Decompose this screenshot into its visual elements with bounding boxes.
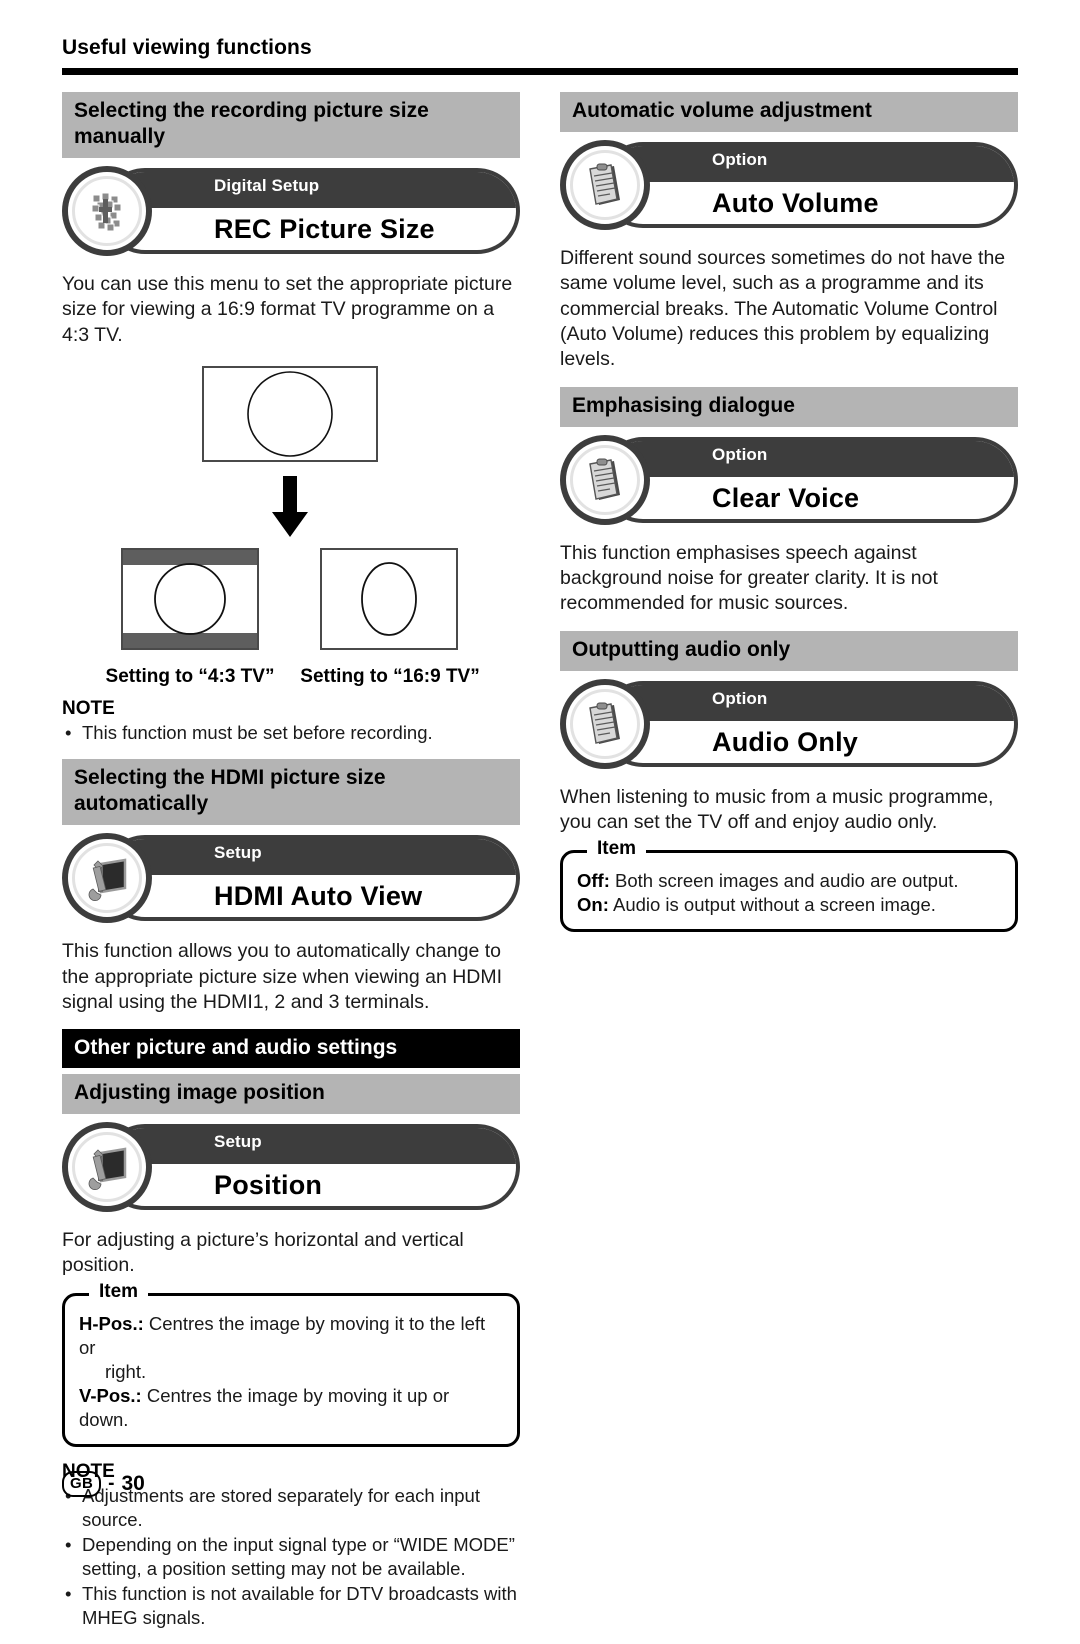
menu-pill-title: Auto Volume	[712, 188, 879, 219]
menu-pill-clear-voice[interactable]: Option Clear Voice	[560, 434, 1018, 527]
section-heading-recording-picture-size: Selecting the recording picture size man…	[62, 92, 520, 159]
section-body-hdmi-auto-view: This function allows you to automaticall…	[62, 940, 503, 1013]
clipboard-icon	[560, 678, 650, 769]
diagram-caption-16-9: Setting to “16:9 TV”	[300, 666, 480, 688]
picture-size-diagram	[62, 362, 520, 662]
menu-pill-audio-only[interactable]: Option Audio Only	[560, 678, 1018, 771]
menu-pill-title: Audio Only	[712, 726, 858, 757]
menu-pill-category: Option	[712, 688, 768, 708]
clipboard-icon	[560, 434, 650, 525]
item-row: On: Audio is output without a screen ima…	[577, 893, 1001, 917]
menu-pill-category: Option	[712, 444, 768, 464]
menu-pill-title: Clear Voice	[712, 482, 860, 513]
diagram-screen-16-9	[320, 548, 458, 651]
note-item: This function is not available for DTV b…	[62, 1582, 520, 1630]
item-row: H-Pos.: Centres the image by moving it t…	[79, 1312, 503, 1360]
manual-page: Useful viewing functions Selecting the r…	[0, 0, 1080, 1628]
menu-pill-category-bar	[604, 440, 1014, 477]
item-row-text: Audio is output without a screen image.	[608, 893, 936, 915]
menu-pill-category: Setup	[214, 1131, 262, 1151]
note-list-position: Adjustments are stored separately for ea…	[62, 1484, 520, 1630]
clipboard-icon	[560, 140, 650, 231]
menu-pill-body: Setup Position	[102, 1123, 520, 1210]
digital-blocks-icon	[62, 166, 152, 257]
item-row: V-Pos.: Centres the image by moving it u…	[79, 1384, 503, 1432]
page-footer: GB - 30	[62, 1471, 145, 1497]
item-row-continuation: right.	[105, 1360, 147, 1382]
menu-pill-category-bar	[604, 684, 1014, 721]
menu-pill-title: REC Picture Size	[214, 214, 435, 245]
menu-pill-position[interactable]: Setup Position	[62, 1121, 520, 1214]
item-row-label: Off:	[577, 869, 610, 891]
wrench-monitor-icon	[62, 833, 152, 924]
menu-pill-auto-volume[interactable]: Option Auto Volume	[560, 140, 1018, 232]
menu-pill-category: Digital Setup	[214, 176, 320, 196]
note-item: Depending on the input signal type or “W…	[62, 1533, 520, 1581]
menu-pill-category-bar	[106, 1127, 516, 1164]
wrench-monitor-icon	[62, 1121, 152, 1212]
menu-pill-hdmi-auto-view[interactable]: Setup HDMI Auto View	[62, 833, 520, 925]
running-head: Useful viewing functions	[62, 36, 312, 59]
diagram-captions: Setting to “4:3 TV” Setting to “16:9 TV”	[62, 666, 520, 692]
menu-pill-category: Setup	[214, 843, 262, 863]
section-band-other-settings: Other picture and audio settings	[62, 1029, 520, 1068]
right-column: Automatic volume adjustment Option Auto …	[560, 92, 1018, 946]
section-heading-hdmi-picture-size: Selecting the HDMI picture size automati…	[62, 759, 520, 826]
menu-pill-category-bar	[604, 146, 1014, 183]
item-box-legend: Item	[587, 838, 647, 858]
item-row-label: On:	[577, 893, 609, 915]
section-body-position: For adjusting a picture’s horizontal and…	[62, 1228, 464, 1277]
note-item: This function must be set before recordi…	[62, 721, 520, 745]
menu-pill-body: Digital Setup REC Picture Size	[102, 168, 520, 255]
menu-pill-body: Option Clear Voice	[600, 436, 1018, 523]
section-body-auto-volume: Different sound sources sometimes do not…	[560, 247, 1006, 371]
section-heading-adjusting-image-position: Adjusting image position	[62, 1073, 520, 1114]
section-heading-emphasising-dialogue: Emphasising dialogue	[560, 386, 1018, 427]
menu-pill-category-bar	[106, 839, 516, 876]
diagram-screen-4-3	[121, 548, 259, 651]
item-row-label: H-Pos.:	[79, 1312, 144, 1334]
menu-pill-category: Option	[712, 150, 768, 170]
item-box-legend: Item	[89, 1281, 149, 1301]
footer-dash: -	[108, 1473, 115, 1494]
note-title-rec-picture-size: NOTE	[62, 698, 115, 720]
menu-pill-body: Setup HDMI Auto View	[102, 835, 520, 922]
item-box-position: Item H-Pos.: Centres the image by moving…	[62, 1281, 520, 1447]
item-row-text: Both screen images and audio are output.	[609, 869, 959, 891]
down-arrow-icon	[271, 476, 309, 538]
diagram-source-screen	[202, 366, 378, 463]
header-rule	[62, 68, 1018, 75]
menu-pill-rec-picture-size[interactable]: Digital Setup REC Picture Size	[62, 166, 520, 258]
page-number: 30	[121, 1472, 145, 1495]
section-heading-automatic-volume-adjustment: Automatic volume adjustment	[560, 92, 1018, 133]
menu-pill-title: HDMI Auto View	[214, 881, 423, 912]
item-row: Off: Both screen images and audio are ou…	[577, 869, 1001, 893]
note-list-rec-picture-size: This function must be set before recordi…	[62, 721, 520, 745]
section-body-rec-picture-size: You can use this menu to set the appropr…	[62, 273, 513, 346]
section-body-clear-voice: This function emphasises speech against …	[560, 541, 938, 615]
diagram-caption-4-3: Setting to “4:3 TV”	[105, 666, 275, 688]
left-column: Selecting the recording picture size man…	[62, 92, 520, 1644]
menu-pill-body: Option Auto Volume	[600, 142, 1018, 229]
section-heading-outputting-audio-only: Outputting audio only	[560, 630, 1018, 671]
menu-pill-title: Position	[214, 1169, 323, 1200]
item-row-label: V-Pos.:	[79, 1384, 142, 1406]
item-box-audio-only: Item Off: Both screen images and audio a…	[560, 838, 1018, 932]
menu-pill-body: Option Audio Only	[600, 680, 1018, 767]
region-mark: GB	[62, 1471, 102, 1497]
section-body-audio-only: When listening to music from a music pro…	[560, 785, 994, 834]
